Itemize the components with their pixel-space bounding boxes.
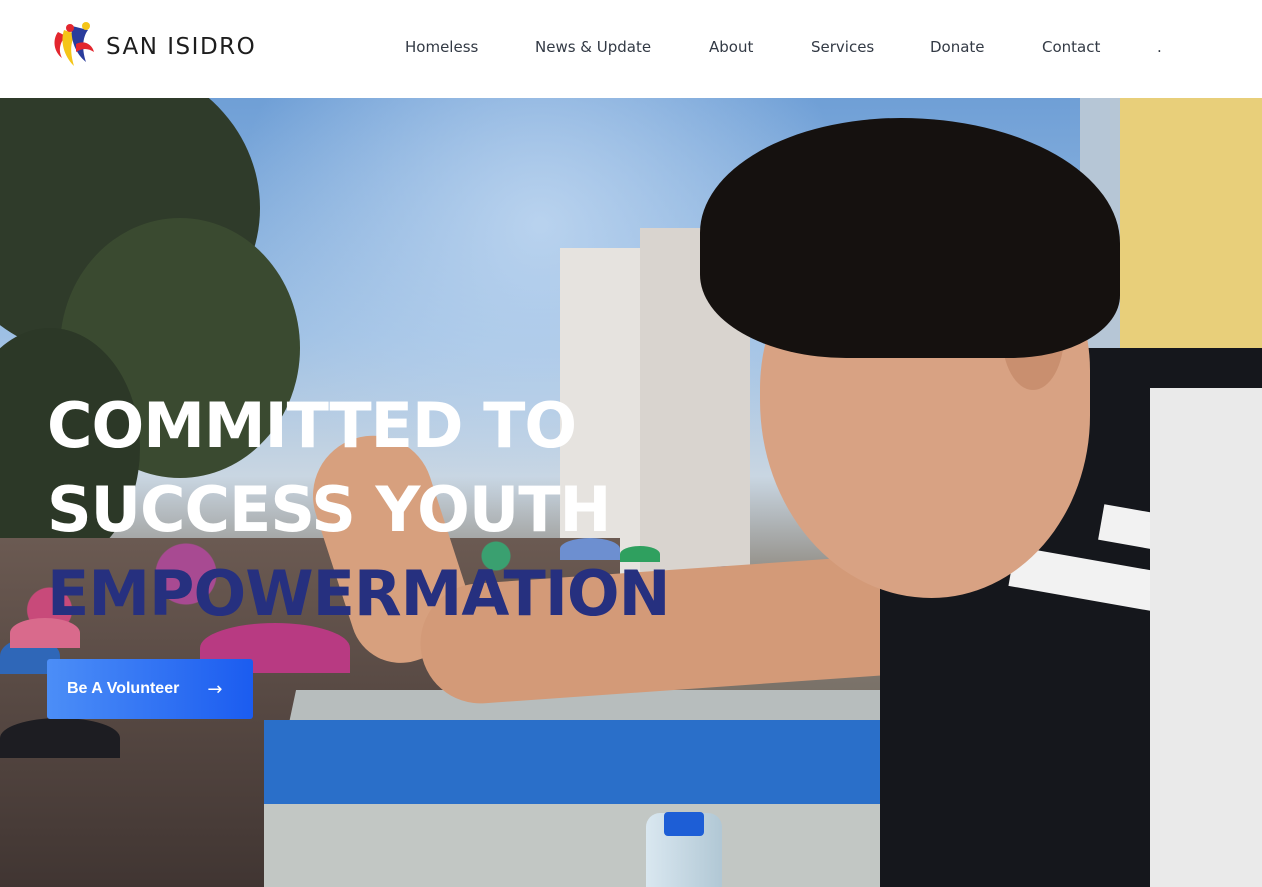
hero-headline: COMMITTED TO SUCCESS YOUTH EMPOWERMATION: [47, 384, 670, 636]
headline-accent: EMPOWERMATION: [47, 557, 670, 630]
hero-section: COMMITTED TO SUCCESS YOUTH EMPOWERMATION…: [0, 98, 1262, 887]
cta-label: Be A Volunteer: [67, 680, 180, 697]
main-nav: Homeless News & Update About Services Do…: [0, 38, 1262, 58]
nav-item-homeless[interactable]: Homeless: [405, 38, 478, 56]
arrow-right-icon: →: [207, 678, 223, 700]
nav-item-news-update[interactable]: News & Update: [535, 38, 651, 56]
nav-item-contact[interactable]: Contact: [1042, 38, 1100, 56]
nav-item-services[interactable]: Services: [811, 38, 874, 56]
site-header: SAN ISIDRO Homeless News & Update About …: [0, 0, 1262, 98]
nav-item-about[interactable]: About: [709, 38, 753, 56]
headline-line-1: COMMITTED TO: [47, 389, 577, 462]
nav-item-donate[interactable]: Donate: [930, 38, 985, 56]
nav-item-extra[interactable]: .: [1157, 38, 1162, 56]
headline-line-2: SUCCESS YOUTH: [47, 473, 611, 546]
be-a-volunteer-button[interactable]: Be A Volunteer →: [47, 659, 253, 719]
